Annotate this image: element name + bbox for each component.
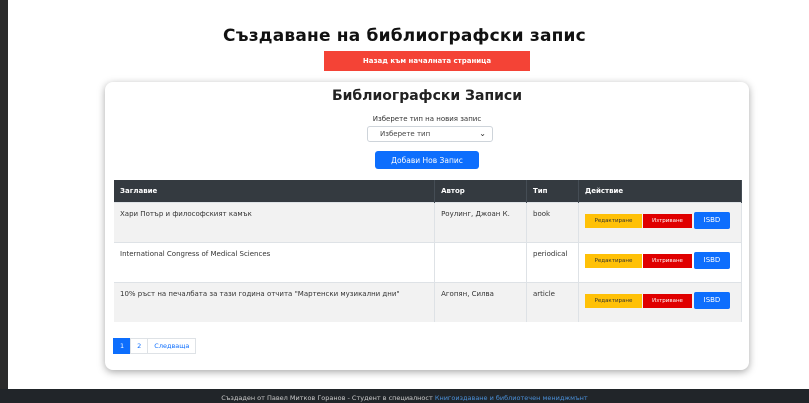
column-header-type: Тип: [526, 180, 579, 202]
delete-button[interactable]: Изтриване: [642, 213, 692, 228]
edit-button[interactable]: Редактиране: [584, 213, 642, 228]
card-title: Библиографски Записи: [331, 88, 523, 104]
cell-actions: Редактиране Изтриване ISBD: [578, 201, 743, 242]
pagination: 1 2 Следваща: [113, 338, 197, 354]
column-header-title: Заглавие: [114, 180, 436, 202]
delete-button[interactable]: Изтриване: [642, 293, 692, 308]
back-to-home-button[interactable]: Назад към началната страница: [324, 51, 530, 71]
delete-button[interactable]: Изтриване: [642, 253, 692, 268]
isbd-button[interactable]: ISBD: [693, 291, 730, 309]
column-header-action: Действие: [578, 180, 743, 202]
table-header-row: Заглавие Автор Тип Действие: [114, 180, 743, 202]
cell-type: article: [526, 281, 579, 322]
cell-title: Хари Потър и философският камък: [114, 201, 436, 242]
edit-button[interactable]: Редактиране: [584, 253, 642, 268]
isbd-button[interactable]: ISBD: [693, 211, 730, 229]
cell-title: 10% ръст на печалбата за тази година отч…: [114, 281, 436, 322]
footer-text: Създаден от Павел Митков Горанов - Студе…: [221, 394, 435, 402]
chevron-down-icon: ⌄: [479, 129, 486, 138]
isbd-button[interactable]: ISBD: [693, 251, 730, 269]
cell-actions: Редактиране Изтриване ISBD: [578, 241, 743, 282]
page-link-1[interactable]: 1: [113, 338, 132, 354]
column-header-author: Автор: [434, 180, 527, 202]
records-table: Заглавие Автор Тип Действие Хари Потър и…: [114, 180, 743, 322]
cell-author: [434, 241, 527, 282]
record-type-select[interactable]: Изберете тип ⌄: [367, 126, 493, 142]
cell-actions: Редактиране Изтриване ISBD: [578, 281, 743, 322]
add-record-button[interactable]: Добави Нов Запис: [375, 151, 479, 169]
records-card: Библиографски Записи Изберете тип на нов…: [105, 82, 749, 370]
footer: Създаден от Павел Митков Горанов - Студе…: [0, 389, 809, 403]
table-row: Хари Потър и философският камък Роулинг,…: [114, 201, 743, 242]
cell-author: Роулинг, Джоан К.: [434, 201, 527, 242]
select-value: Изберете тип: [380, 130, 431, 138]
cell-type: periodical: [526, 241, 579, 282]
cell-type: book: [526, 201, 579, 242]
table-row: 10% ръст на печалбата за тази година отч…: [114, 281, 743, 322]
page-title: Създаване на библиографски запис: [223, 26, 586, 46]
page-link-2[interactable]: 2: [130, 338, 149, 354]
choose-type-label: Изберете тип на новия запис: [372, 115, 482, 123]
window-edge: [0, 0, 8, 403]
cell-title: International Congress of Medical Scienc…: [114, 241, 436, 282]
edit-button[interactable]: Редактиране: [584, 293, 642, 308]
cell-author: Агопян, Силва: [434, 281, 527, 322]
footer-link[interactable]: Книгоиздаване и библиотечен мениджмънт: [435, 394, 588, 402]
next-page-link[interactable]: Следваща: [147, 338, 197, 354]
table-row: International Congress of Medical Scienc…: [114, 241, 743, 282]
